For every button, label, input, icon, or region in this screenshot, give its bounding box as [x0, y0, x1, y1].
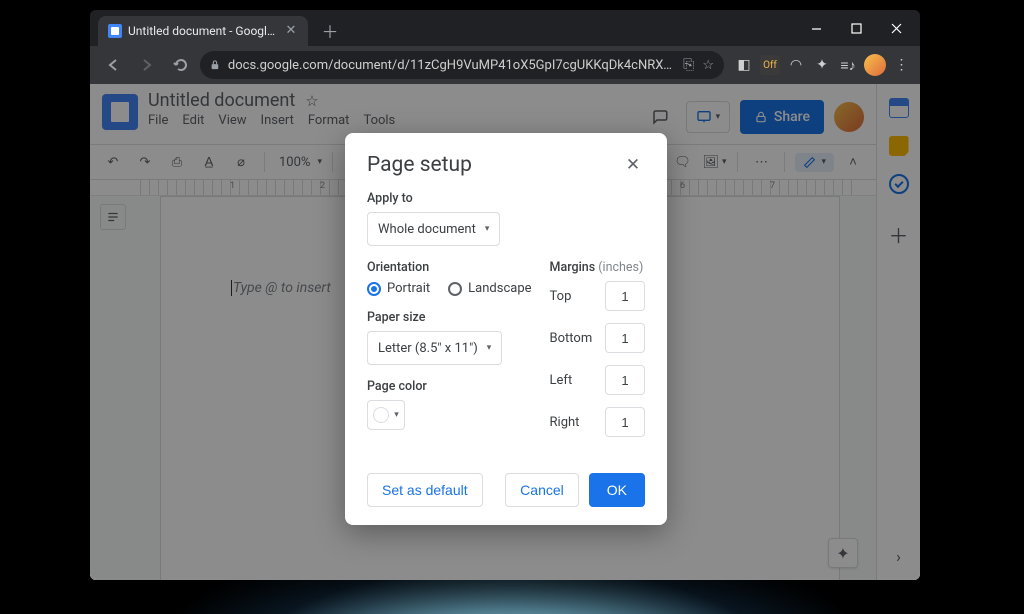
browser-tab[interactable]: Untitled document - Google Docs ✕ — [98, 16, 308, 46]
extensions-puzzle-icon[interactable]: ✦ — [812, 55, 832, 75]
page-setup-dialog: Page setup ✕ Apply to Whole document▾ Or… — [345, 133, 667, 525]
margins-label: Margins (inches) — [550, 260, 645, 275]
maximize-button[interactable] — [836, 13, 876, 43]
orientation-label: Orientation — [367, 260, 532, 275]
orientation-portrait-radio[interactable]: Portrait — [367, 281, 430, 296]
cancel-button[interactable]: Cancel — [505, 473, 579, 507]
reload-button[interactable] — [166, 50, 196, 80]
close-tab-icon[interactable]: ✕ — [284, 24, 298, 38]
install-app-icon[interactable]: ⎘ — [683, 57, 694, 73]
margin-left-input[interactable] — [605, 365, 645, 395]
window-controls — [796, 10, 916, 46]
page-color-label: Page color — [367, 379, 532, 394]
close-window-button[interactable] — [876, 13, 916, 43]
docs-favicon-icon — [108, 24, 122, 38]
url-text: docs.google.com/document/d/11zCgH9VuMP41… — [228, 58, 675, 73]
extension-icon-3[interactable]: ◠ — [786, 55, 806, 75]
margin-right-label: Right — [550, 415, 580, 430]
back-button[interactable] — [98, 50, 128, 80]
forward-button[interactable] — [132, 50, 162, 80]
page-color-picker[interactable]: ▾ — [367, 400, 405, 430]
extension-icon-2[interactable]: Off — [760, 55, 780, 75]
close-dialog-icon[interactable]: ✕ — [621, 153, 645, 177]
extensions-row: ◧ Off ◠ ✦ ≡♪ ⋮ — [728, 54, 912, 76]
dialog-title: Page setup — [367, 153, 472, 177]
set-default-button[interactable]: Set as default — [367, 473, 483, 507]
margin-right-input[interactable] — [605, 407, 645, 437]
browser-titlebar: Untitled document - Google Docs ✕ ＋ — [90, 10, 920, 46]
address-bar[interactable]: docs.google.com/document/d/11zCgH9VuMP41… — [200, 51, 724, 79]
browser-toolbar: docs.google.com/document/d/11zCgH9VuMP41… — [90, 46, 920, 84]
ok-button[interactable]: OK — [589, 473, 645, 507]
extension-icon-1[interactable]: ◧ — [734, 55, 754, 75]
reading-list-icon[interactable]: ≡♪ — [838, 55, 858, 75]
margin-bottom-label: Bottom — [550, 331, 593, 346]
lock-icon — [210, 59, 220, 71]
orientation-landscape-radio[interactable]: Landscape — [448, 281, 531, 296]
minimize-button[interactable] — [796, 13, 836, 43]
browser-menu-icon[interactable]: ⋮ — [892, 55, 912, 75]
apply-to-label: Apply to — [367, 191, 645, 206]
profile-avatar[interactable] — [864, 54, 886, 76]
apply-to-select[interactable]: Whole document▾ — [367, 212, 500, 246]
margin-top-label: Top — [550, 289, 572, 304]
tab-title: Untitled document - Google Docs — [128, 24, 278, 38]
margin-left-label: Left — [550, 373, 573, 388]
margin-bottom-input[interactable] — [605, 323, 645, 353]
bookmark-star-icon[interactable]: ☆ — [702, 58, 714, 73]
paper-size-label: Paper size — [367, 310, 532, 325]
paper-size-select[interactable]: Letter (8.5" x 11")▾ — [367, 331, 502, 365]
new-tab-button[interactable]: ＋ — [316, 16, 344, 44]
margin-top-input[interactable] — [605, 281, 645, 311]
